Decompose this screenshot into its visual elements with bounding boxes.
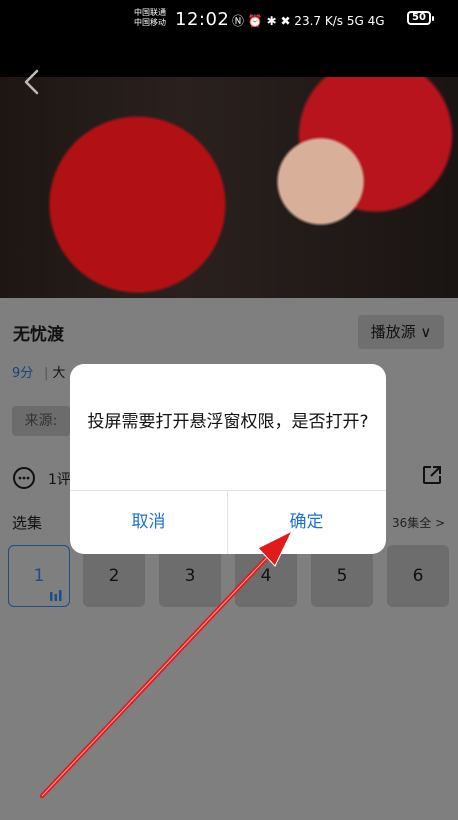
episode-2[interactable]: 2	[83, 545, 145, 607]
confirm-button[interactable]: 确定	[228, 491, 385, 554]
rating-score: 9分	[12, 366, 34, 381]
episode-number: 1	[33, 566, 45, 586]
source-chip[interactable]: 来源:	[12, 406, 70, 436]
carrier-1: 中国联通	[134, 8, 166, 17]
share-icon[interactable]	[421, 464, 443, 486]
video-player[interactable]	[0, 40, 458, 309]
episode-1[interactable]: 1	[8, 545, 70, 607]
battery-icon: 50	[407, 11, 434, 25]
comment-icon[interactable]	[12, 466, 36, 490]
status-bar: 中国联通 中国移动 12:02 Ⓝ ⏰ ✱ ✖ 23.7 K/s 5G 4G 5…	[0, 0, 458, 40]
carrier-info: 中国联通 中国移动	[134, 8, 166, 28]
carrier-2: 中国移动	[134, 18, 166, 27]
episodes-total-link[interactable]: 36集全 >	[392, 514, 445, 531]
playback-source-button[interactable]: 播放源 ∨	[358, 315, 444, 349]
rating-extra: 大	[44, 362, 65, 381]
status-icons: Ⓝ ⏰ ✱ ✖ 23.7 K/s 5G 4G	[232, 14, 385, 28]
episode-5[interactable]: 5	[311, 545, 373, 607]
episode-3[interactable]: 3	[159, 545, 221, 607]
episode-6[interactable]: 6	[387, 545, 449, 607]
dialog-message: 投屏需要打开悬浮窗权限，是否打开?	[87, 412, 369, 432]
comment-count[interactable]: 1评	[48, 469, 71, 489]
show-title: 无忧渡	[13, 325, 64, 345]
episode-4[interactable]: 4	[235, 545, 297, 607]
clock: 12:02	[175, 9, 230, 30]
episodes-label: 选集	[12, 514, 43, 532]
cancel-button[interactable]: 取消	[70, 491, 227, 554]
back-icon[interactable]	[22, 68, 42, 96]
playing-bars-icon	[50, 590, 62, 601]
video-frame[interactable]	[0, 77, 458, 309]
permission-dialog: 投屏需要打开悬浮窗权限，是否打开? 取消 确定	[70, 364, 386, 554]
